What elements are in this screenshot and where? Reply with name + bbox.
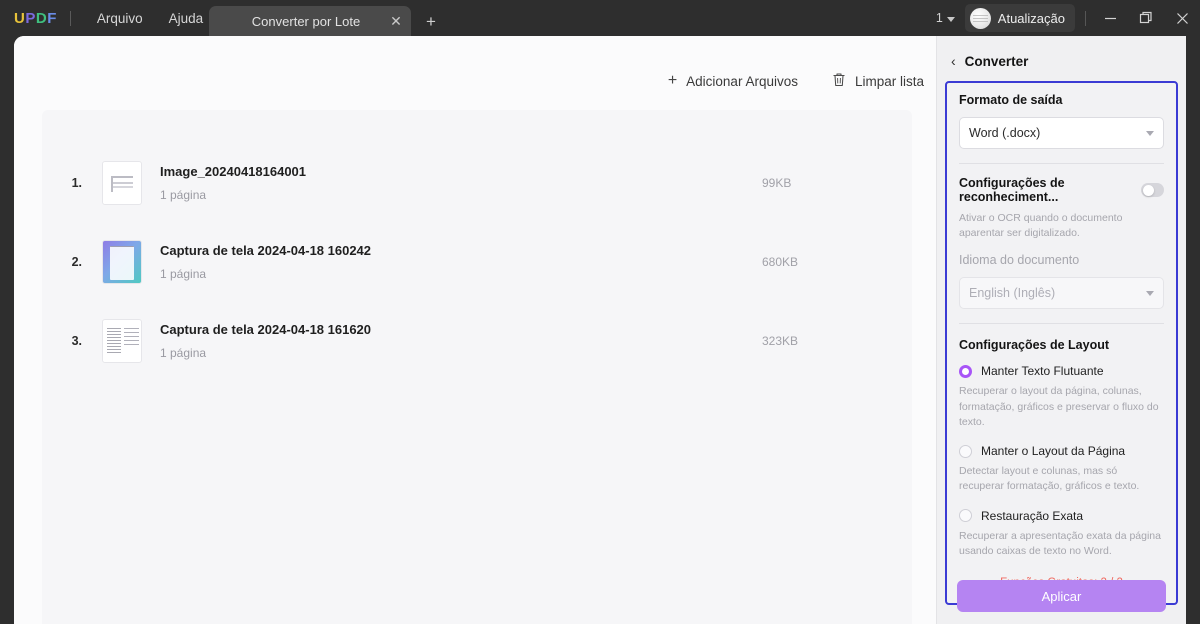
- titlebar-right-group: 1 Atualização: [936, 0, 1200, 36]
- chevron-down-icon: [1146, 130, 1154, 136]
- row-text-group: Captura de tela 2024-04-18 160242 1 pági…: [160, 243, 762, 281]
- ocr-label: Configurações de reconheciment...: [959, 176, 1065, 204]
- update-label: Atualização: [997, 10, 1065, 26]
- close-window-button[interactable]: [1164, 0, 1200, 36]
- trash-icon: [832, 72, 846, 90]
- file-thumbnail-icon: [102, 161, 142, 205]
- output-format-select[interactable]: Word (.docx): [959, 117, 1164, 149]
- ocr-toggle[interactable]: [1141, 183, 1164, 197]
- layout-option-keep-page-layout[interactable]: Manter o Layout da Página: [959, 444, 1164, 458]
- file-toolbar: + Adicionar Arquivos Limpar lista: [668, 72, 924, 90]
- ocr-settings-row: Configurações de reconheciment...: [959, 176, 1164, 204]
- file-name: Captura de tela 2024-04-18 161620: [160, 322, 372, 337]
- add-files-label: Adicionar Arquivos: [686, 73, 798, 89]
- logo-letter-p: P: [25, 9, 36, 27]
- file-thumbnail-icon: [102, 240, 142, 284]
- clear-list-button[interactable]: Limpar lista: [832, 72, 924, 90]
- layout-option-desc: Recuperar a apresentação exata da página…: [959, 529, 1161, 557]
- logo-letter-u: U: [14, 9, 26, 27]
- content-area: + Adicionar Arquivos Limpar lista 1. Ima…: [14, 36, 1186, 624]
- layout-option-label: Manter o Layout da Página: [981, 444, 1126, 459]
- file-size: 99KB: [762, 176, 792, 190]
- clear-list-label: Limpar lista: [854, 73, 924, 89]
- document-language-select[interactable]: English (Inglês): [959, 277, 1164, 310]
- table-row[interactable]: 3. Captura de tela 2024-04-18 161620 1 p…: [42, 308, 912, 374]
- updf-logo: U P D F: [14, 10, 57, 27]
- page-title: Converter: [964, 53, 1029, 69]
- minimize-button[interactable]: [1092, 0, 1128, 36]
- layout-option-exact-restoration[interactable]: Restauração Exata: [959, 509, 1164, 523]
- file-pages: 1 página: [160, 346, 207, 360]
- layout-option-desc: Recuperar o layout da página, colunas, f…: [959, 385, 1159, 428]
- radio-icon[interactable]: [959, 509, 972, 523]
- maximize-button[interactable]: [1128, 0, 1164, 36]
- ocr-hint: Ativar o OCR quando o documento aparenta…: [959, 212, 1123, 240]
- layout-option-label: Restauração Exata: [981, 508, 1084, 523]
- row-index: 3.: [71, 334, 82, 348]
- page-count-value: 1: [935, 11, 943, 25]
- file-thumbnail-icon: [102, 319, 142, 363]
- tab-label: Converter por Lote: [251, 13, 361, 29]
- window-controls-divider: [1085, 10, 1086, 26]
- menu-arquivo[interactable]: Arquivo: [84, 6, 156, 31]
- output-format-label: Formato de saída: [959, 93, 1063, 107]
- radio-icon[interactable]: [959, 444, 972, 458]
- convert-settings-panel: ‹ Converter Formato de saída Word (.docx…: [936, 36, 1186, 624]
- divider: [959, 163, 1164, 164]
- settings-highlight-box: Formato de saída Word (.docx) Configuraç…: [945, 81, 1178, 605]
- app-window: U P D F Arquivo Ajuda Converter por Lote…: [0, 0, 1200, 624]
- table-row[interactable]: 2. Captura de tela 2024-04-18 160242 1 p…: [42, 229, 912, 295]
- close-icon[interactable]: ✕: [385, 10, 407, 32]
- titlebar-divider: [69, 10, 71, 26]
- radio-icon[interactable]: [959, 364, 972, 378]
- file-size: 680KB: [762, 255, 799, 269]
- tab-converter-por-lote[interactable]: Converter por Lote ✕: [209, 6, 411, 36]
- file-pages: 1 página: [160, 267, 207, 281]
- layout-settings-label: Configurações de Layout: [959, 338, 1110, 353]
- update-button[interactable]: Atualização: [964, 4, 1075, 32]
- file-pages: 1 página: [160, 188, 207, 202]
- layout-option-desc: Detectar layout e colunas, mas só recupe…: [959, 465, 1140, 493]
- logo-letter-d: D: [35, 9, 48, 27]
- menu-ajuda[interactable]: Ajuda: [156, 6, 217, 31]
- panel-header: ‹ Converter: [937, 44, 1186, 78]
- row-text-group: Image_20240418164001 1 página: [160, 164, 762, 202]
- file-size: 323KB: [762, 334, 799, 348]
- plus-icon: +: [667, 72, 678, 89]
- logo-letter-f: F: [47, 9, 57, 27]
- file-name: Captura de tela 2024-04-18 160242: [160, 243, 372, 258]
- chevron-down-icon: [1146, 290, 1154, 296]
- page-count-selector[interactable]: 1: [936, 11, 955, 25]
- add-files-button[interactable]: + Adicionar Arquivos: [668, 73, 798, 89]
- table-row[interactable]: 1. Image_20240418164001 1 página 99KB: [42, 150, 912, 216]
- document-language-value: English (Inglês): [969, 286, 1056, 301]
- chevron-down-icon: [946, 16, 955, 22]
- output-format-value: Word (.docx): [969, 126, 1041, 140]
- back-arrow-icon[interactable]: ‹: [951, 54, 956, 68]
- row-text-group: Captura de tela 2024-04-18 161620 1 pági…: [160, 322, 762, 360]
- row-index: 1.: [71, 176, 82, 190]
- file-list: 1. Image_20240418164001 1 página 99KB 2.…: [42, 110, 912, 624]
- avatar: [969, 7, 991, 29]
- divider: [959, 323, 1164, 325]
- file-name: Image_20240418164001: [160, 164, 307, 179]
- layout-option-floating-text[interactable]: Manter Texto Flutuante: [959, 364, 1164, 378]
- file-list-region: + Adicionar Arquivos Limpar lista 1. Ima…: [14, 36, 936, 624]
- row-index: 2.: [71, 255, 82, 269]
- document-language-label: Idioma do documento: [959, 253, 1080, 268]
- apply-button[interactable]: Aplicar: [957, 580, 1166, 612]
- new-tab-icon[interactable]: +: [420, 11, 442, 33]
- layout-option-label: Manter Texto Flutuante: [981, 364, 1104, 379]
